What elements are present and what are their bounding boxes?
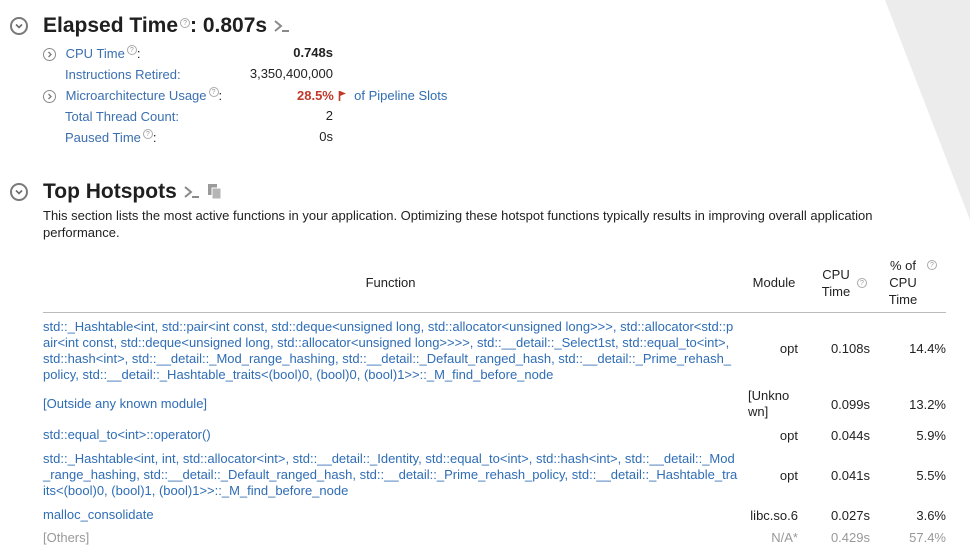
help-icon[interactable]: ? <box>208 87 219 97</box>
help-icon[interactable]: ? <box>857 277 867 288</box>
pct-cell: 3.6% <box>916 507 946 523</box>
command-prompt-icon[interactable] <box>183 184 201 200</box>
cpu-time-cell: 0.044s <box>830 427 870 443</box>
cpu-time-colon: : <box>136 46 141 61</box>
cpu-time-header-label: CPU Time <box>821 266 851 299</box>
cpu-time-cell: 0.027s <box>830 507 870 523</box>
chevron-right-icon <box>48 51 52 58</box>
metric-paused-time: Paused Time?: <box>65 129 157 147</box>
pipeline-slots-link[interactable]: of Pipeline Slots <box>354 88 447 103</box>
total-thread-count-value: 2 <box>325 108 333 123</box>
top-hotspots-title: Top Hotspots <box>43 180 177 203</box>
paused-time-value: 0s <box>319 129 333 144</box>
help-icon[interactable]: ? <box>142 129 153 139</box>
module-cell: opt <box>779 467 798 483</box>
table-row[interactable]: malloc_consolidate libc.so.6 0.027s 3.6% <box>43 504 946 526</box>
copy-icon[interactable] <box>207 183 223 201</box>
column-header-function[interactable]: Function <box>43 254 738 313</box>
table-header-row: Function Module CPU Time ? % of CPU Time… <box>43 254 946 313</box>
elapsed-time-value: : 0.807s <box>190 14 268 37</box>
cpu-time-value: 0.748s <box>293 45 333 60</box>
chevron-right-icon <box>48 93 52 100</box>
microarchitecture-usage-label[interactable]: Microarchitecture Usage <box>66 88 207 103</box>
function-name[interactable]: std::_Hashtable<int, std::pair<int const… <box>43 312 738 384</box>
module-cell: opt <box>779 340 798 356</box>
module-cell: [Unknown] <box>748 388 790 419</box>
chevron-down-icon <box>15 23 23 29</box>
pct-header-label: % of CPU Time <box>888 258 918 308</box>
table-row[interactable]: [Outside any known module] [Unknown] 0.0… <box>43 384 946 424</box>
metric-total-thread-count: Total Thread Count: <box>65 108 179 126</box>
function-name[interactable]: [Outside any known module] <box>43 384 738 424</box>
cpu-time-cell: 0.041s <box>830 467 870 483</box>
function-name[interactable]: std::equal_to<int>::operator() <box>43 424 738 446</box>
elapsed-time-header: Elapsed Time ? : 0.807s <box>10 14 291 38</box>
chevron-down-icon <box>15 189 23 195</box>
table-row[interactable]: [Others] N/A* 0.429s 57.4% <box>43 526 946 548</box>
microarchitecture-colon: : <box>218 88 223 103</box>
hotspots-table: Function Module CPU Time ? % of CPU Time… <box>43 254 946 548</box>
function-name: [Others] <box>43 529 90 545</box>
microarchitecture-value-group: 28.5% of Pipeline Slots <box>297 87 447 105</box>
total-thread-count-label: Total Thread Count: <box>65 109 179 124</box>
metric-cpu-time: CPU Time?: <box>43 45 140 63</box>
top-hotspots-header: Top Hotspots <box>10 180 223 204</box>
pct-cell: 13.2% <box>909 396 946 412</box>
module-cell: libc.so.6 <box>750 507 798 523</box>
function-name[interactable]: malloc_consolidate <box>43 504 738 526</box>
metric-instructions-retired: Instructions Retired: <box>65 66 181 84</box>
collapse-elapsed-button[interactable] <box>10 17 28 35</box>
function-name[interactable]: std::_Hashtable<int, int, std::allocator… <box>43 446 738 504</box>
table-row[interactable]: std::_Hashtable<int, std::pair<int const… <box>43 312 946 384</box>
pct-cell: 57.4% <box>909 529 946 545</box>
expand-microarchitecture-button[interactable] <box>43 90 56 104</box>
column-header-module[interactable]: Module <box>738 254 810 313</box>
cpu-time-cell: 0.108s <box>830 340 870 356</box>
paused-time-colon: : <box>152 130 157 145</box>
help-icon[interactable]: ? <box>180 18 191 28</box>
paused-time-label: Paused Time <box>65 130 141 145</box>
table-row[interactable]: std::equal_to<int>::operator() opt 0.044… <box>43 424 946 446</box>
module-cell: N/A* <box>771 529 798 545</box>
module-cell: opt <box>779 427 798 443</box>
help-icon[interactable]: ? <box>927 260 937 271</box>
pct-cell: 5.5% <box>916 467 946 483</box>
instructions-retired-label: Instructions Retired: <box>65 67 181 82</box>
cpu-time-cell: 0.099s <box>830 396 870 412</box>
pct-cell: 5.9% <box>916 427 946 443</box>
column-header-pct-cpu-time[interactable]: % of CPU Time ? <box>876 254 946 313</box>
elapsed-time-title: Elapsed Time <box>43 14 179 37</box>
microarchitecture-usage-value: 28.5% <box>297 88 334 103</box>
help-icon[interactable]: ? <box>126 45 137 55</box>
metric-microarchitecture-usage: Microarchitecture Usage?: <box>43 87 222 105</box>
collapse-hotspots-button[interactable] <box>10 183 28 201</box>
column-header-cpu-time[interactable]: CPU Time ? <box>810 254 876 313</box>
cpu-time-label[interactable]: CPU Time <box>66 46 125 61</box>
pct-cell: 14.4% <box>909 340 946 356</box>
table-row[interactable]: std::_Hashtable<int, int, std::allocator… <box>43 446 946 504</box>
flag-icon <box>338 91 346 101</box>
cpu-time-cell: 0.429s <box>830 529 870 545</box>
command-prompt-icon[interactable] <box>273 18 291 34</box>
instructions-retired-value: 3,350,400,000 <box>249 66 333 81</box>
expand-cpu-time-button[interactable] <box>43 48 56 62</box>
hotspots-description: This section lists the most active funct… <box>43 208 873 240</box>
